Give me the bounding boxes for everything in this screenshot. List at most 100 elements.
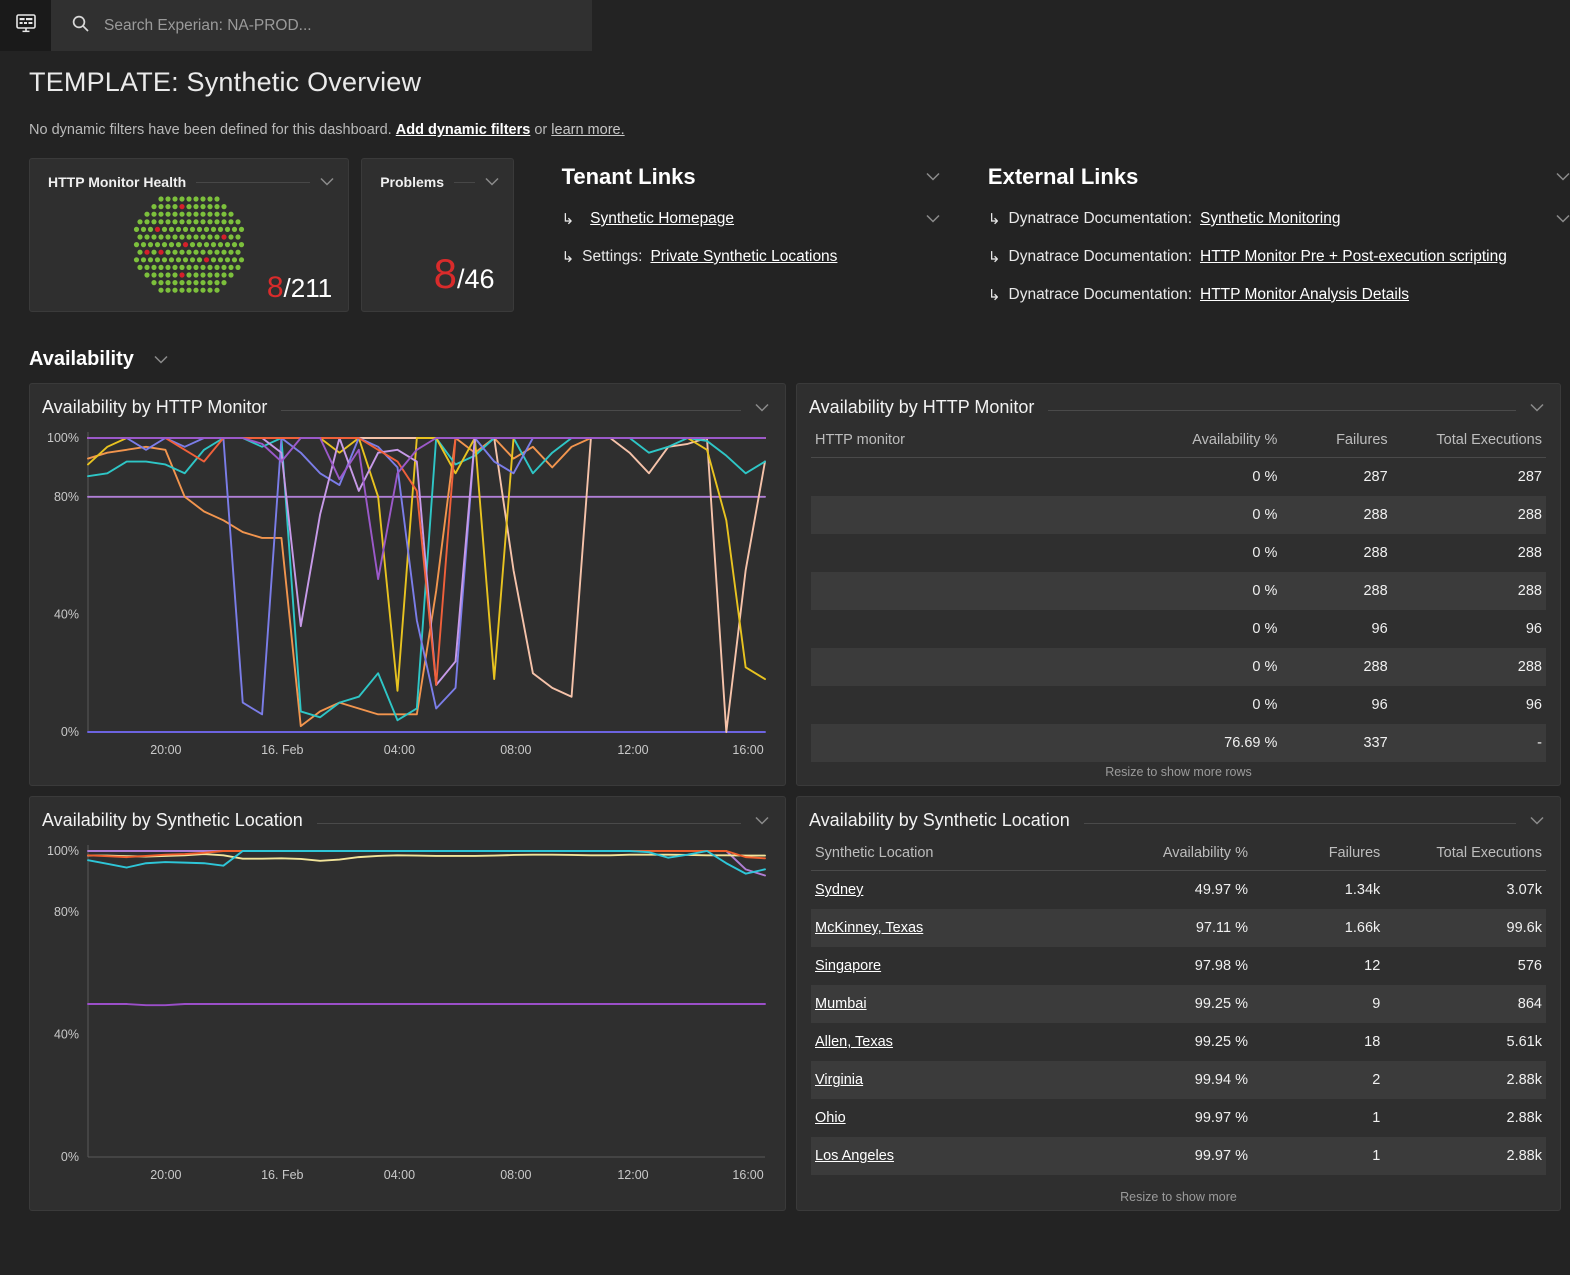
honeycomb-cell-ok[interactable] (193, 219, 199, 225)
table-row[interactable]: Mumbai 99.25 % 9 864 (811, 985, 1546, 1023)
honeycomb-cell-ok[interactable] (193, 196, 199, 202)
honeycomb-cell-ok[interactable] (217, 257, 224, 263)
chevron-down-icon[interactable] (154, 351, 168, 369)
honeycomb-cell-ok[interactable] (151, 211, 157, 217)
learn-more-link[interactable]: learn more. (551, 122, 624, 138)
honeycomb-cell-ok[interactable] (147, 257, 154, 263)
honeycomb-cell-ok[interactable] (158, 287, 164, 293)
app-launcher-button[interactable] (0, 0, 51, 51)
table-row[interactable]: McKinney, Texas 97.11 % 1.66k 99.6k (811, 909, 1546, 947)
honeycomb-cell-ok[interactable] (179, 249, 185, 255)
table-row[interactable]: 0 % 288 288 (811, 496, 1546, 534)
honeycomb-cell-ok[interactable] (203, 242, 210, 248)
honeycomb-cell-ok[interactable] (224, 226, 231, 232)
honeycomb-cell-ok[interactable] (140, 257, 147, 263)
honeycomb-cell-ok[interactable] (200, 234, 206, 240)
location-link[interactable]: Mumbai (815, 996, 867, 1012)
honeycomb-cell-ok[interactable] (165, 219, 171, 225)
honeycomb-cell-ok[interactable] (214, 234, 220, 240)
honeycomb-cell-ok[interactable] (172, 234, 178, 240)
honeycomb-cell-ok[interactable] (189, 242, 196, 248)
honeycomb-cell-ok[interactable] (203, 226, 210, 232)
honeycomb-cell-ok[interactable] (179, 264, 185, 270)
honeycomb-cell-ok[interactable] (186, 211, 192, 217)
honeycomb-cell-failed[interactable] (154, 226, 161, 232)
table-row[interactable]: 0 % 288 288 (811, 534, 1546, 572)
location-link[interactable]: Sydney (815, 882, 863, 898)
honeycomb-cell-ok[interactable] (207, 272, 213, 278)
honeycomb-cell-ok[interactable] (235, 249, 241, 255)
tenant-link-item[interactable]: ↳ Settings: Private Synthetic Locations (562, 248, 940, 266)
honeycomb-cell-ok[interactable] (140, 226, 147, 232)
honeycomb-cell-ok[interactable] (221, 219, 227, 225)
honeycomb-cell-ok[interactable] (207, 287, 213, 293)
honeycomb-cell-ok[interactable] (196, 226, 203, 232)
honeycomb-cell-ok[interactable] (144, 272, 150, 278)
honeycomb-cell-ok[interactable] (238, 257, 245, 263)
honeycomb-cell-ok[interactable] (175, 257, 182, 263)
honeycomb-cell-ok[interactable] (151, 234, 157, 240)
location-link[interactable]: Singapore (815, 958, 881, 974)
honeycomb-cell-ok[interactable] (158, 196, 164, 202)
honeycomb-cell-ok[interactable] (172, 219, 178, 225)
honeycomb-cell-ok[interactable] (207, 249, 213, 255)
honeycomb-cell-ok[interactable] (200, 280, 206, 286)
honeycomb-cell-ok[interactable] (161, 226, 168, 232)
honeycomb-cell-ok[interactable] (193, 264, 199, 270)
honeycomb-cell-ok[interactable] (231, 257, 238, 263)
honeycomb-cell-ok[interactable] (200, 272, 206, 278)
honeycomb-cell-ok[interactable] (207, 234, 213, 240)
chevron-down-icon[interactable] (1556, 210, 1570, 228)
honeycomb-cell-ok[interactable] (140, 242, 147, 248)
honeycomb-cell-ok[interactable] (193, 272, 199, 278)
table-row[interactable]: Ohio 99.97 % 1 2.88k (811, 1099, 1546, 1137)
chevron-down-icon[interactable] (320, 173, 334, 191)
synthetic-monitoring-doc-link[interactable]: Synthetic Monitoring (1200, 210, 1340, 228)
honeycomb-cell-ok[interactable] (165, 249, 171, 255)
location-link[interactable]: Allen, Texas (815, 1034, 893, 1050)
honeycomb-cell-ok[interactable] (182, 226, 189, 232)
honeycomb-cell-ok[interactable] (207, 196, 213, 202)
honeycomb-cell-ok[interactable] (179, 211, 185, 217)
honeycomb-cell-ok[interactable] (137, 249, 143, 255)
honeycomb-cell-failed[interactable] (158, 249, 164, 255)
honeycomb-cell-ok[interactable] (172, 249, 178, 255)
honeycomb-cell-ok[interactable] (193, 204, 199, 210)
honeycomb-cell-ok[interactable] (207, 219, 213, 225)
table-row[interactable]: 0 % 96 96 (811, 686, 1546, 724)
honeycomb-cell-ok[interactable] (193, 287, 199, 293)
honeycomb-cell-ok[interactable] (193, 211, 199, 217)
honeycomb-cell-ok[interactable] (172, 287, 178, 293)
honeycomb-cell-ok[interactable] (144, 234, 150, 240)
honeycomb-cell-ok[interactable] (214, 196, 220, 202)
honeycomb-cell-ok[interactable] (228, 219, 234, 225)
honeycomb-cell-ok[interactable] (158, 272, 164, 278)
honeycomb-cell-ok[interactable] (238, 226, 245, 232)
honeycomb-cell-ok[interactable] (235, 264, 241, 270)
table-row[interactable]: Allen, Texas 99.25 % 18 5.61k (811, 1023, 1546, 1061)
external-link-item[interactable]: ↳ Dynatrace Documentation: HTTP Monitor … (988, 286, 1570, 304)
honeycomb-cell-ok[interactable] (172, 204, 178, 210)
honeycomb-cell-ok[interactable] (158, 280, 164, 286)
table-row[interactable]: Virginia 99.94 % 2 2.88k (811, 1061, 1546, 1099)
honeycomb-cell-ok[interactable] (158, 219, 164, 225)
honeycomb-health-chart[interactable] (131, 193, 247, 302)
honeycomb-cell-failed[interactable] (221, 234, 227, 240)
honeycomb-cell-ok[interactable] (165, 234, 171, 240)
honeycomb-cell-ok[interactable] (200, 211, 206, 217)
column-header-monitor[interactable]: HTTP monitor (811, 428, 1128, 458)
honeycomb-cell-ok[interactable] (214, 204, 220, 210)
chevron-down-icon[interactable] (755, 399, 769, 417)
honeycomb-cell-ok[interactable] (235, 219, 241, 225)
chevron-down-icon[interactable] (485, 173, 499, 191)
honeycomb-cell-ok[interactable] (168, 226, 175, 232)
column-header-location[interactable]: Synthetic Location (811, 841, 1076, 871)
honeycomb-cell-ok[interactable] (144, 219, 150, 225)
honeycomb-cell-ok[interactable] (210, 257, 217, 263)
honeycomb-cell-ok[interactable] (175, 226, 182, 232)
honeycomb-cell-ok[interactable] (207, 204, 213, 210)
honeycomb-cell-ok[interactable] (151, 219, 157, 225)
pre-post-execution-scripting-doc-link[interactable]: HTTP Monitor Pre + Post-execution script… (1200, 248, 1507, 266)
table-row[interactable]: Los Angeles 99.97 % 1 2.88k (811, 1137, 1546, 1175)
honeycomb-cell-failed[interactable] (203, 257, 210, 263)
